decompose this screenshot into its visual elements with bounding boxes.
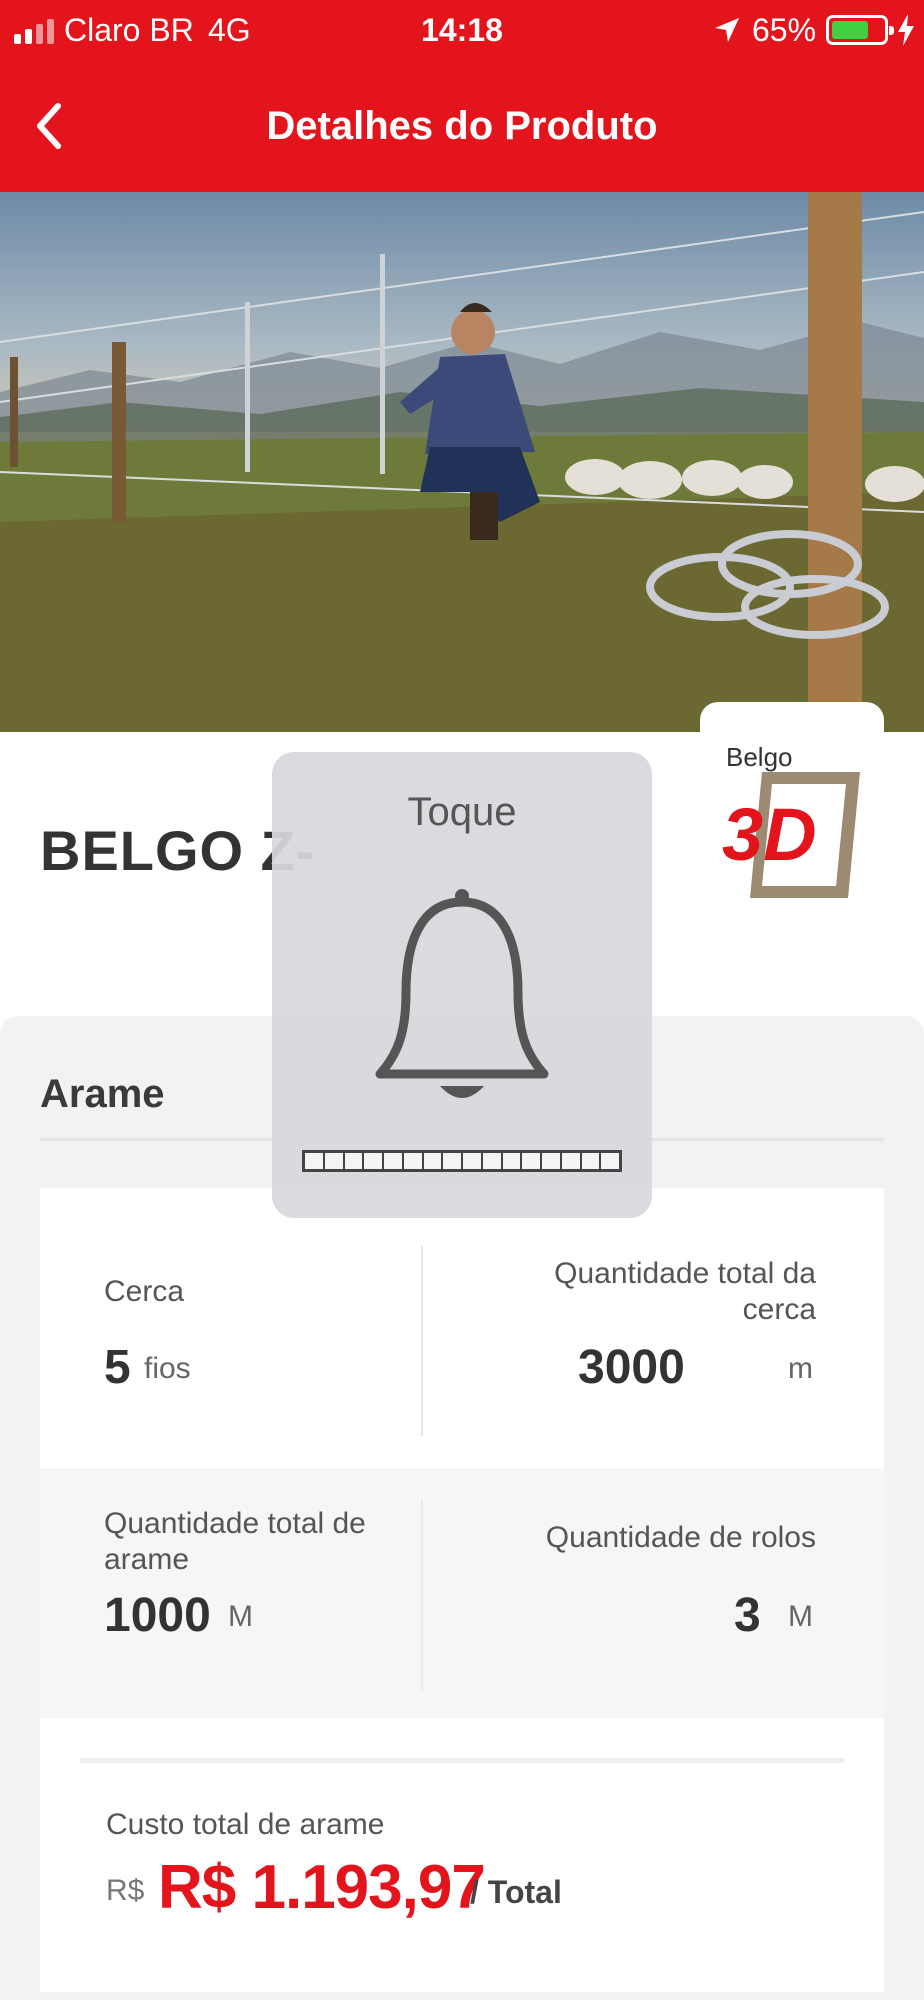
status-bar: Claro BR 4G 14:18 65% [0, 0, 924, 64]
location-arrow-icon [715, 18, 739, 42]
bell-icon [375, 889, 549, 1098]
column-divider [421, 1246, 423, 1436]
total-suffix: / Total [470, 1874, 562, 1910]
fence-total-label: Quantidade total da cerca [554, 1257, 816, 1326]
app-header: Claro BR 4G 14:18 65% Detalhes do Produt… [0, 0, 924, 192]
rolls-label: Quantidade de rolos [545, 1521, 816, 1554]
product-hero-image [0, 192, 924, 732]
volume-level-bar [302, 1150, 622, 1172]
fence-total-value: 3000 [578, 1341, 685, 1394]
rolls-unit: M [788, 1600, 813, 1633]
fence-total-unit: m [788, 1352, 813, 1385]
wire-total-value: 1000 [104, 1589, 211, 1642]
rolls-value: 3 [734, 1589, 761, 1642]
page-title: Detalhes do Produto [266, 104, 658, 148]
logo-word: Belgo [726, 742, 793, 772]
section-title: Arame [40, 1072, 165, 1116]
brand-logo-card: Belgo 3D [700, 702, 884, 922]
total-price: R$ 1.193,97 [158, 1853, 486, 1922]
fence-unit: fios [144, 1352, 191, 1385]
logo-mark: 3D [722, 793, 817, 876]
fence-row [40, 1188, 884, 1468]
fence-label: Cerca [104, 1275, 185, 1308]
cost-divider [80, 1758, 844, 1763]
hero-illustration [0, 192, 924, 732]
battery-icon [826, 15, 894, 45]
cost-currency: R$ [106, 1874, 145, 1907]
fence-value: 5 [104, 1341, 131, 1394]
charging-bolt-icon [898, 14, 914, 46]
belgo-3d-logo: Belgo 3D [722, 742, 860, 898]
ringer-volume-hud: Toque [272, 752, 652, 1218]
wire-total-unit: M [228, 1600, 253, 1633]
cost-label: Custo total de arame [106, 1808, 385, 1841]
hud-title: Toque [407, 790, 517, 834]
wire-total-label: Quantidade total de arame [104, 1507, 366, 1576]
battery-percent: 65% [752, 12, 817, 48]
